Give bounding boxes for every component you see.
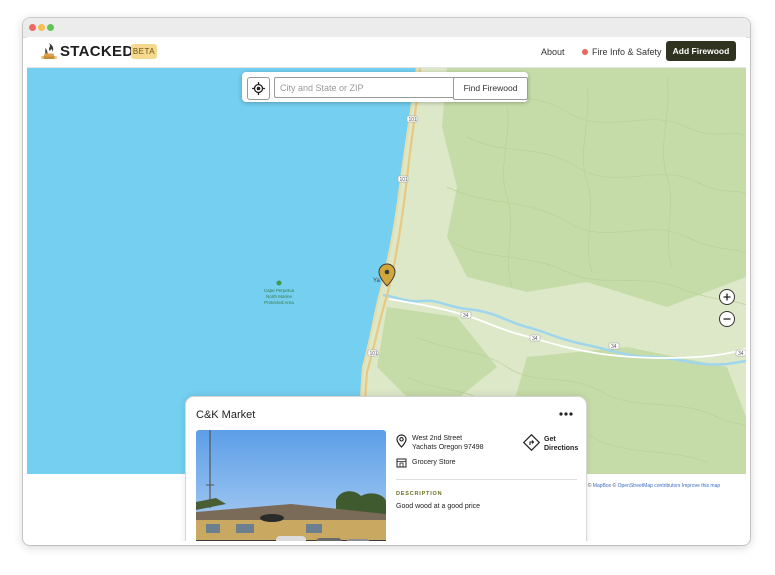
maximize-window-button[interactable] xyxy=(47,24,54,31)
road-label: 101 xyxy=(400,177,409,183)
listing-photo xyxy=(196,430,386,541)
zoom-out-button[interactable] xyxy=(719,311,735,327)
copyright-symbol: © xyxy=(587,483,592,489)
close-window-button[interactable] xyxy=(29,24,36,31)
locate-me-button[interactable] xyxy=(247,77,270,100)
store-icon xyxy=(396,458,407,468)
road-label: 34 xyxy=(738,351,744,357)
more-icon[interactable] xyxy=(558,409,574,419)
poi-label: Protected Area xyxy=(264,300,294,305)
page-content: STACKED BETA About Fire Info & Safety Ad… xyxy=(27,37,746,541)
brand-name[interactable]: STACKED xyxy=(60,43,134,60)
add-firewood-button[interactable]: Add Firewood xyxy=(666,41,736,61)
search-bar: Find Firewood xyxy=(242,72,528,102)
browser-window: STACKED BETA About Fire Info & Safety Ad… xyxy=(23,18,750,545)
get-directions-label-1[interactable]: Get xyxy=(544,436,556,443)
zoom-in-button[interactable] xyxy=(719,289,735,305)
road-label: 101 xyxy=(409,117,418,123)
road-label: 34 xyxy=(532,336,538,342)
logo-icon[interactable] xyxy=(39,42,59,62)
location-pin-icon xyxy=(396,434,407,448)
location-search-input[interactable] xyxy=(274,77,458,98)
fire-status-dot xyxy=(582,49,588,55)
improve-map-link[interactable]: Improve this map xyxy=(682,483,720,489)
title-bar xyxy=(23,18,750,38)
poi-label: North Marine xyxy=(266,294,293,299)
store-type: Grocery Store xyxy=(412,459,456,466)
park-icon xyxy=(276,280,282,286)
get-directions-label-2[interactable]: Directions xyxy=(544,445,578,452)
copyright-symbol: © xyxy=(612,483,617,489)
find-firewood-button[interactable]: Find Firewood xyxy=(453,77,528,100)
listing-title: C&K Market xyxy=(196,409,256,421)
road-label: 101 xyxy=(370,351,379,357)
map-attribution: | © MapBox © OpenStreetMap contributors … xyxy=(585,483,720,489)
address-line-1: West 2nd Street xyxy=(412,435,463,442)
town-label: Ya xyxy=(373,278,381,284)
zoom-in-icon xyxy=(723,293,731,301)
description-heading: DESCRIPTION xyxy=(396,491,443,497)
store-photo-image xyxy=(196,430,386,541)
top-navbar: STACKED BETA About Fire Info & Safety Ad… xyxy=(27,37,746,68)
poi-label: Cape Perpetua xyxy=(264,288,295,293)
road-label: 34 xyxy=(611,344,617,350)
locate-icon xyxy=(252,82,265,95)
card-divider xyxy=(396,479,577,480)
mapbox-link[interactable]: MapBox xyxy=(593,483,611,489)
zoom-out-icon xyxy=(723,318,731,320)
road-label: 34 xyxy=(463,313,469,319)
listing-card[interactable]: C&K Market West 2nd Street Yachats Orego… xyxy=(186,397,586,541)
nav-link-fire-info-label: Fire Info & Safety xyxy=(592,47,662,57)
nav-link-fire-info[interactable]: Fire Info & Safety xyxy=(582,47,662,57)
minimize-window-button[interactable] xyxy=(38,24,45,31)
beta-badge: BETA xyxy=(131,44,157,59)
osm-link[interactable]: OpenStreetMap contributors xyxy=(618,483,681,489)
nav-link-about[interactable]: About xyxy=(541,47,565,57)
address-line-2: Yachats Oregon 97498 xyxy=(412,444,484,451)
directions-icon[interactable] xyxy=(523,434,540,451)
description-text: Good wood at a good price xyxy=(396,503,481,510)
